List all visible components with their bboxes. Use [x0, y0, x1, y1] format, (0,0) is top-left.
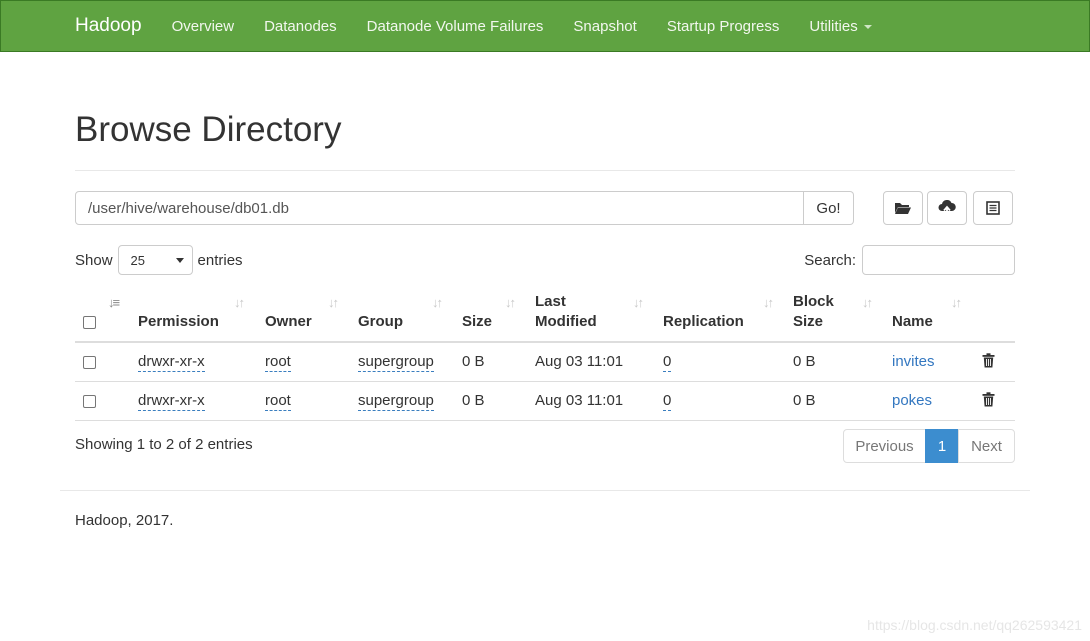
nav-utilities-dropdown[interactable]: Utilities	[794, 18, 886, 35]
trash-icon[interactable]	[982, 353, 995, 368]
previous-page-button[interactable]: Previous	[843, 429, 926, 463]
modified-value: Aug 03 11:01	[535, 353, 624, 370]
nav-datanodes[interactable]: Datanodes	[249, 18, 352, 35]
path-input-group: /user/hive/warehouse/db01.db Go!	[75, 191, 854, 225]
file-name-link[interactable]: pokes	[892, 392, 932, 410]
sort-icon[interactable]: ↓↑	[862, 295, 873, 310]
row-checkbox[interactable]	[83, 395, 96, 408]
show-label: Show	[75, 251, 113, 269]
upload-files-button[interactable]	[927, 191, 967, 225]
size-value: 0 B	[462, 353, 485, 370]
caret-down-icon	[863, 25, 872, 29]
next-page-button[interactable]: Next	[958, 429, 1015, 463]
footer-text: Hadoop, 2017.	[75, 512, 174, 529]
select-all-checkbox[interactable]	[83, 316, 96, 329]
top-navbar: Hadoop Overview Datanodes Datanode Volum…	[0, 0, 1090, 52]
nav-startup-progress[interactable]: Startup Progress	[652, 18, 795, 35]
row-checkbox[interactable]	[83, 356, 96, 369]
nav-snapshot[interactable]: Snapshot	[558, 18, 651, 35]
header-last[interactable]: Last	[535, 292, 566, 312]
sort-icon[interactable]: ↓↑	[763, 295, 774, 310]
group-value[interactable]: supergroup	[358, 392, 434, 411]
header-modified[interactable]: Modified	[535, 312, 597, 332]
header-permission[interactable]: Permission	[138, 312, 219, 332]
header-size[interactable]: Size	[462, 312, 492, 332]
table-search: Search:	[804, 245, 1015, 275]
replication-value[interactable]: 0	[663, 353, 672, 372]
page-1-button[interactable]: 1	[925, 429, 959, 463]
table-row: drwxr-xr-x root supergroup 0 B Aug 03 11…	[75, 343, 1015, 382]
sort-asc-icon[interactable]: ↓≡	[108, 295, 120, 310]
cut-paste-button[interactable]	[973, 191, 1013, 225]
owner-value[interactable]: root	[265, 353, 291, 372]
directory-path-input[interactable]: /user/hive/warehouse/db01.db	[75, 191, 804, 225]
go-button[interactable]: Go!	[804, 191, 854, 225]
header-group[interactable]: Group	[358, 312, 403, 332]
modified-value: Aug 03 11:01	[535, 392, 624, 409]
file-name-link[interactable]: invites	[892, 353, 935, 371]
replication-value[interactable]: 0	[663, 392, 672, 411]
permission-value[interactable]: drwxr-xr-x	[138, 353, 205, 372]
table-info: Showing 1 to 2 of 2 entries	[75, 436, 253, 453]
sort-icon[interactable]: ↓↑	[633, 295, 644, 310]
header-block-size[interactable]: Size	[793, 312, 823, 332]
sort-icon[interactable]: ↓↑	[328, 295, 339, 310]
list-alt-icon	[986, 201, 1000, 215]
sort-icon[interactable]: ↓↑	[951, 295, 962, 310]
block-size-value: 0 B	[793, 392, 816, 409]
header-block[interactable]: Block	[793, 292, 834, 312]
nav-utilities-label: Utilities	[809, 17, 858, 35]
page-length-control: Show 25 entries	[75, 245, 243, 275]
page-size-select[interactable]: 25	[117, 245, 193, 275]
nav-overview[interactable]: Overview	[157, 18, 250, 35]
table-row: drwxr-xr-x root supergroup 0 B Aug 03 11…	[75, 382, 1015, 421]
watermark: https://blog.csdn.net/qq262593421	[867, 617, 1082, 633]
sort-icon[interactable]: ↓↑	[432, 295, 443, 310]
search-input[interactable]	[862, 245, 1015, 275]
brand-logo[interactable]: Hadoop	[75, 15, 142, 37]
size-value: 0 B	[462, 392, 485, 409]
page-size-value: 25	[130, 252, 145, 268]
header-replication[interactable]: Replication	[663, 312, 744, 332]
file-table: ↓≡ Permission ↓↑ Owner ↓↑ Group ↓↑ Size …	[75, 290, 1015, 421]
header-name[interactable]: Name	[892, 312, 933, 332]
table-header-row: ↓≡ Permission ↓↑ Owner ↓↑ Group ↓↑ Size …	[75, 290, 1015, 343]
nav-datanode-volume-failures[interactable]: Datanode Volume Failures	[352, 18, 559, 35]
entries-label: entries	[197, 251, 243, 269]
create-directory-button[interactable]	[883, 191, 923, 225]
sort-icon[interactable]: ↓↑	[234, 295, 245, 310]
divider	[75, 170, 1015, 171]
block-size-value: 0 B	[793, 353, 816, 370]
chevron-down-icon	[175, 257, 184, 263]
owner-value[interactable]: root	[265, 392, 291, 411]
search-label: Search:	[804, 251, 856, 269]
cloud-upload-icon	[938, 200, 956, 215]
trash-icon[interactable]	[982, 392, 995, 407]
group-value[interactable]: supergroup	[358, 353, 434, 372]
sort-icon[interactable]: ↓↑	[505, 295, 516, 310]
pagination: Previous 1 Next	[843, 429, 1015, 463]
folder-open-icon	[895, 203, 911, 214]
permission-value[interactable]: drwxr-xr-x	[138, 392, 205, 411]
header-owner[interactable]: Owner	[265, 312, 312, 332]
footer-divider	[60, 490, 1030, 491]
page-title: Browse Directory	[75, 110, 342, 149]
